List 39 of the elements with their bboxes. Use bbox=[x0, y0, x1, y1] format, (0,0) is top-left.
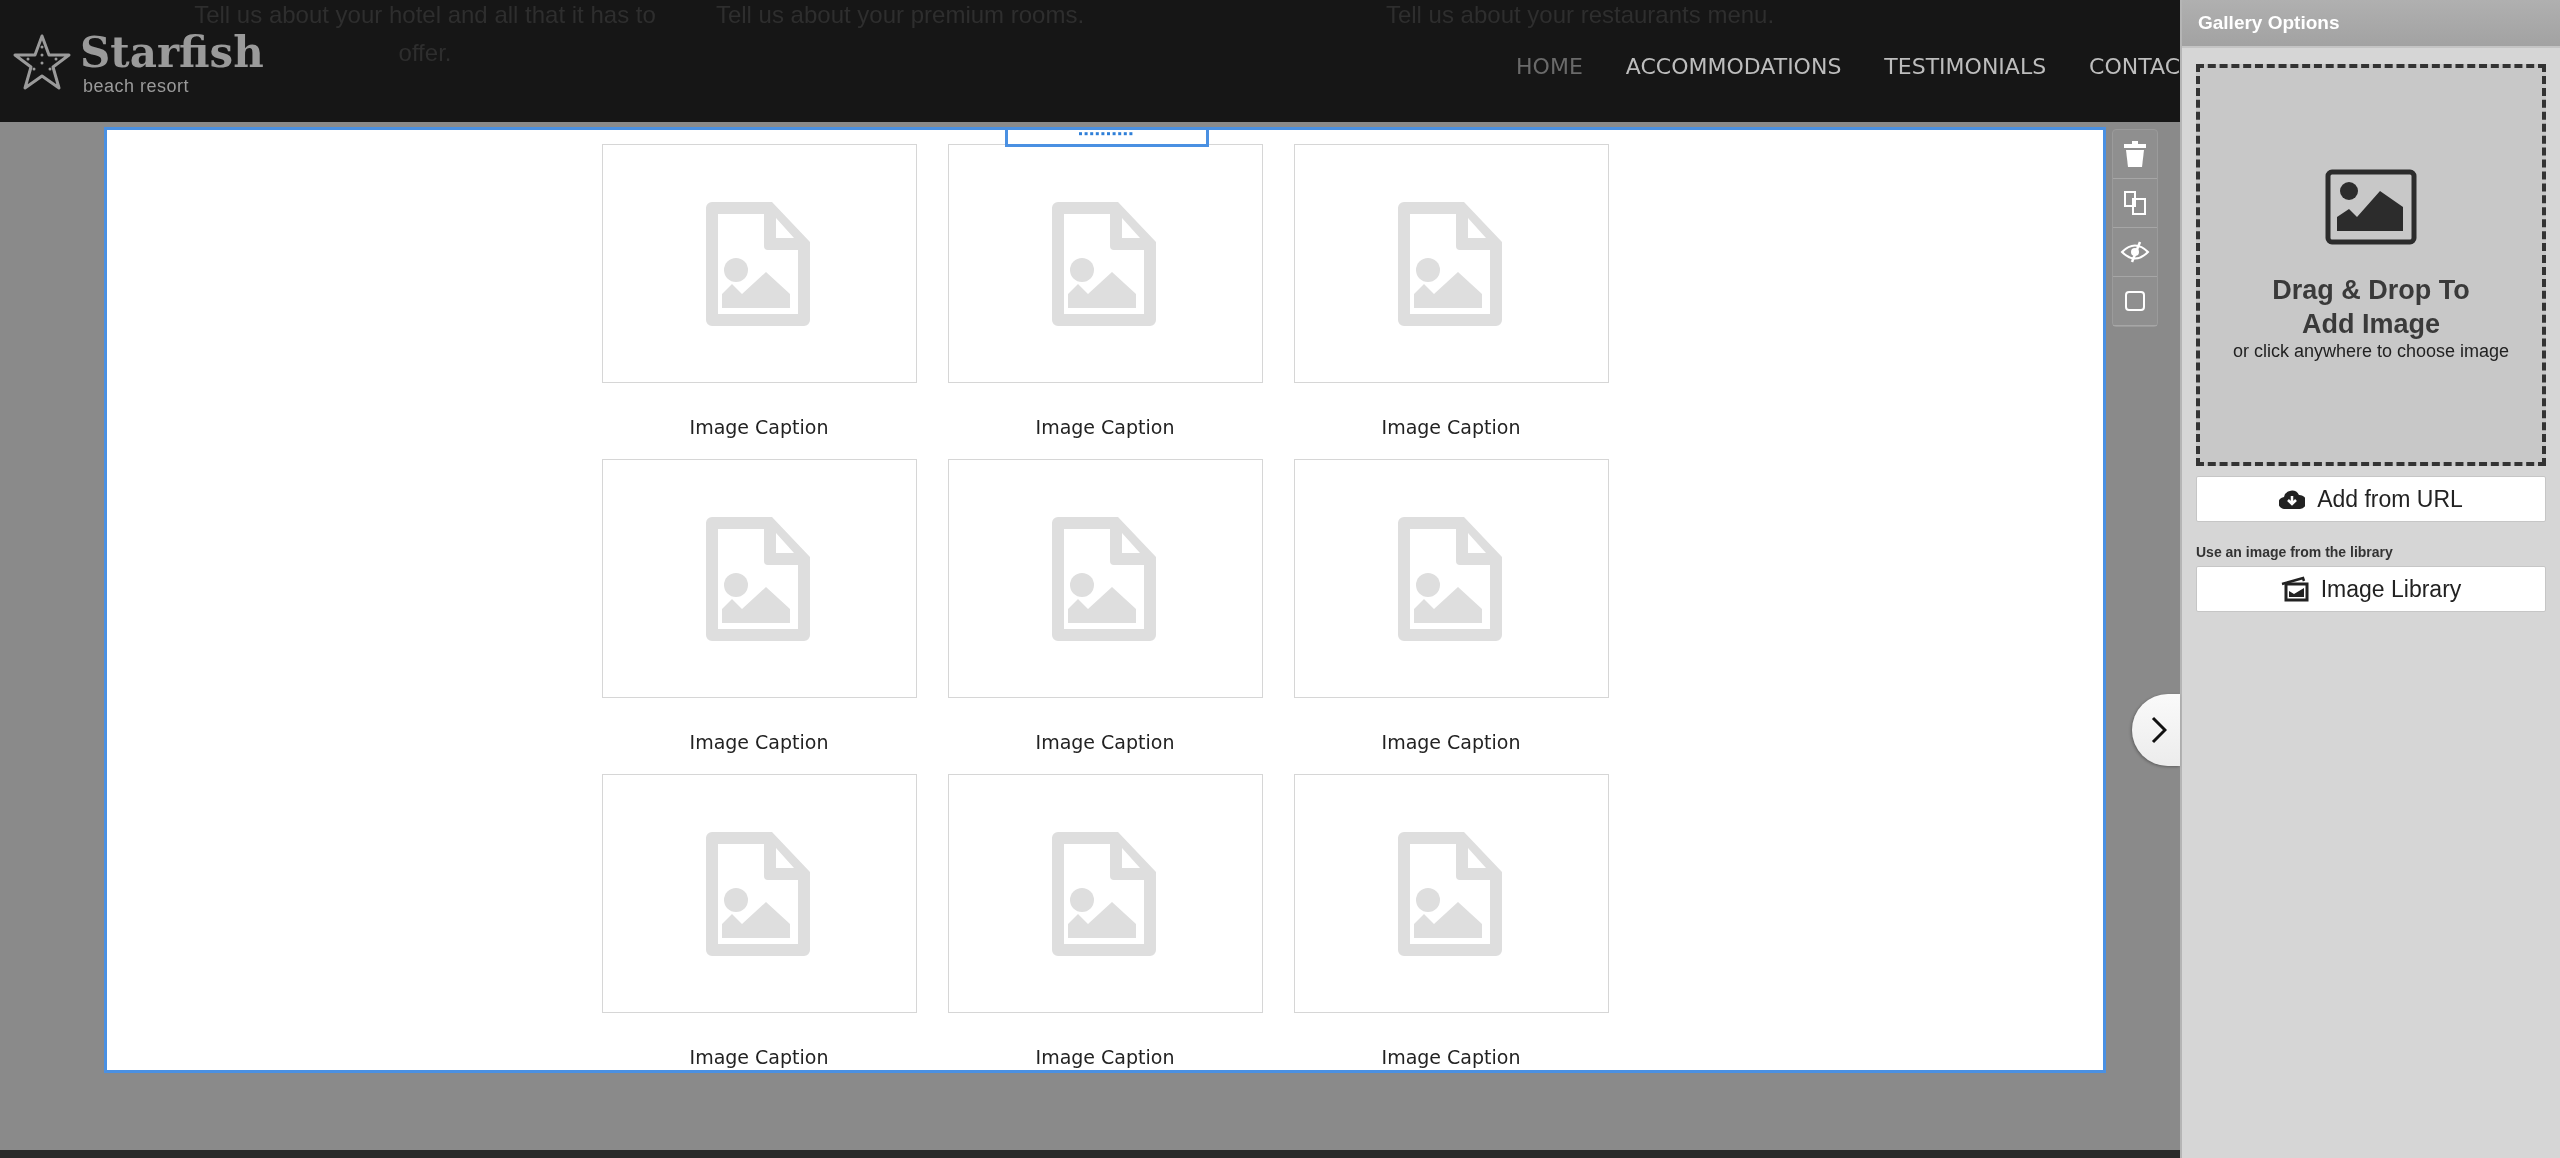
image-frame[interactable] bbox=[947, 459, 1263, 698]
eye-slash-icon bbox=[2120, 241, 2150, 263]
image-caption: Image Caption bbox=[1035, 731, 1175, 753]
square-icon bbox=[2124, 290, 2146, 312]
collapse-panel-button[interactable] bbox=[2132, 694, 2180, 766]
photos-icon bbox=[2280, 576, 2309, 602]
logo-name: Starfish bbox=[80, 29, 264, 76]
image-frame[interactable] bbox=[1293, 144, 1609, 383]
image-caption: Image Caption bbox=[689, 731, 829, 753]
image-library-button[interactable]: Image Library bbox=[2196, 566, 2546, 612]
image-caption: Image Caption bbox=[1035, 1046, 1175, 1068]
image-caption: Image Caption bbox=[1381, 416, 1521, 438]
image-caption: Image Caption bbox=[1381, 731, 1521, 753]
trash-icon bbox=[2123, 141, 2147, 167]
cloud-download-icon bbox=[2279, 489, 2306, 509]
image-caption: Image Caption bbox=[1381, 1046, 1521, 1068]
image-frame[interactable] bbox=[1293, 774, 1609, 1013]
nav-link[interactable]: ACCOMMODATIONS bbox=[1625, 53, 1842, 79]
copy-icon bbox=[2123, 190, 2147, 216]
add-from-url-button[interactable]: Add from URL bbox=[2196, 476, 2546, 522]
library-label: Use an image from the library bbox=[2196, 544, 2394, 560]
image-icon bbox=[2325, 168, 2417, 245]
image-frame[interactable] bbox=[1293, 459, 1609, 698]
image-frame[interactable] bbox=[947, 144, 1263, 383]
image-caption: Image Caption bbox=[689, 416, 829, 438]
image-frame[interactable] bbox=[601, 144, 917, 383]
nav-link[interactable]: TESTIMONIALS bbox=[1884, 53, 2047, 79]
logo-tagline: beach resort bbox=[82, 75, 191, 97]
image-caption: Image Caption bbox=[689, 1046, 829, 1068]
chevron-right-icon bbox=[2151, 716, 2167, 744]
panel-title: Gallery Options bbox=[2182, 0, 2560, 48]
dropzone-hint: or click anywhere to choose image bbox=[2232, 340, 2510, 362]
nav-link[interactable]: CONTAC bbox=[2089, 53, 2180, 79]
image-frame[interactable] bbox=[601, 774, 917, 1013]
dropzone-title: Drag & Drop To Add Image bbox=[2271, 273, 2471, 341]
image-dropzone[interactable]: Drag & Drop To Add Image or click anywhere to choose image bbox=[2196, 64, 2546, 466]
image-frame[interactable] bbox=[947, 774, 1263, 1013]
image-caption: Image Caption bbox=[1035, 416, 1175, 438]
image-frame[interactable] bbox=[601, 459, 917, 698]
